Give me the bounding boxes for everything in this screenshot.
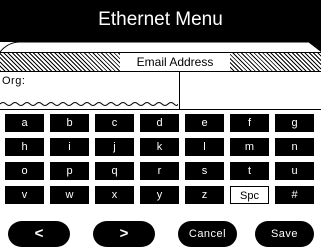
title-corner-decoration: [0, 42, 321, 52]
key-x[interactable]: x: [95, 186, 134, 204]
right-arrow-icon: >: [119, 225, 129, 242]
key-t[interactable]: t: [230, 162, 269, 180]
key-spc[interactable]: Spc: [230, 186, 269, 204]
on-screen-keyboard: a b c d e f g h i j k l m n o p q r s t u v w x y z Spc #: [5, 114, 315, 210]
key-a[interactable]: a: [5, 114, 44, 132]
save-button[interactable]: Save: [255, 221, 314, 247]
key-v[interactable]: v: [5, 186, 44, 204]
key-g[interactable]: g: [275, 114, 314, 132]
key-l[interactable]: l: [185, 138, 224, 156]
key-hash[interactable]: #: [275, 186, 314, 204]
window-title-bar: Ethernet Menu: [0, 0, 321, 42]
left-arrow-button[interactable]: <: [8, 221, 70, 247]
right-arrow-button[interactable]: >: [93, 221, 155, 247]
save-button-label: Save: [270, 228, 299, 240]
key-u[interactable]: u: [275, 162, 314, 180]
org-label: Org:: [2, 75, 26, 87]
section-header: Email Address: [0, 52, 321, 72]
key-i[interactable]: i: [50, 138, 89, 156]
key-h[interactable]: h: [5, 138, 44, 156]
org-input[interactable]: Org:: [0, 71, 178, 109]
cancel-button[interactable]: Cancel: [178, 221, 237, 247]
key-j[interactable]: j: [95, 138, 134, 156]
key-r[interactable]: r: [140, 162, 179, 180]
section-title: Email Address: [120, 53, 230, 71]
key-w[interactable]: w: [50, 186, 89, 204]
left-arrow-icon: <: [34, 225, 44, 242]
key-p[interactable]: p: [50, 162, 89, 180]
key-y[interactable]: y: [140, 186, 179, 204]
key-c[interactable]: c: [95, 114, 134, 132]
secondary-field[interactable]: [180, 71, 321, 109]
key-b[interactable]: b: [50, 114, 89, 132]
key-q[interactable]: q: [95, 162, 134, 180]
key-f[interactable]: f: [230, 114, 269, 132]
key-o[interactable]: o: [5, 162, 44, 180]
cancel-button-label: Cancel: [188, 228, 227, 240]
window-title: Ethernet Menu: [98, 9, 223, 30]
key-n[interactable]: n: [275, 138, 314, 156]
key-e[interactable]: e: [185, 114, 224, 132]
key-z[interactable]: z: [185, 186, 224, 204]
key-d[interactable]: d: [140, 114, 179, 132]
org-field-row: Org:: [0, 71, 321, 110]
key-k[interactable]: k: [140, 138, 179, 156]
input-wavy-underline: [0, 102, 178, 106]
key-m[interactable]: m: [230, 138, 269, 156]
key-s[interactable]: s: [185, 162, 224, 180]
